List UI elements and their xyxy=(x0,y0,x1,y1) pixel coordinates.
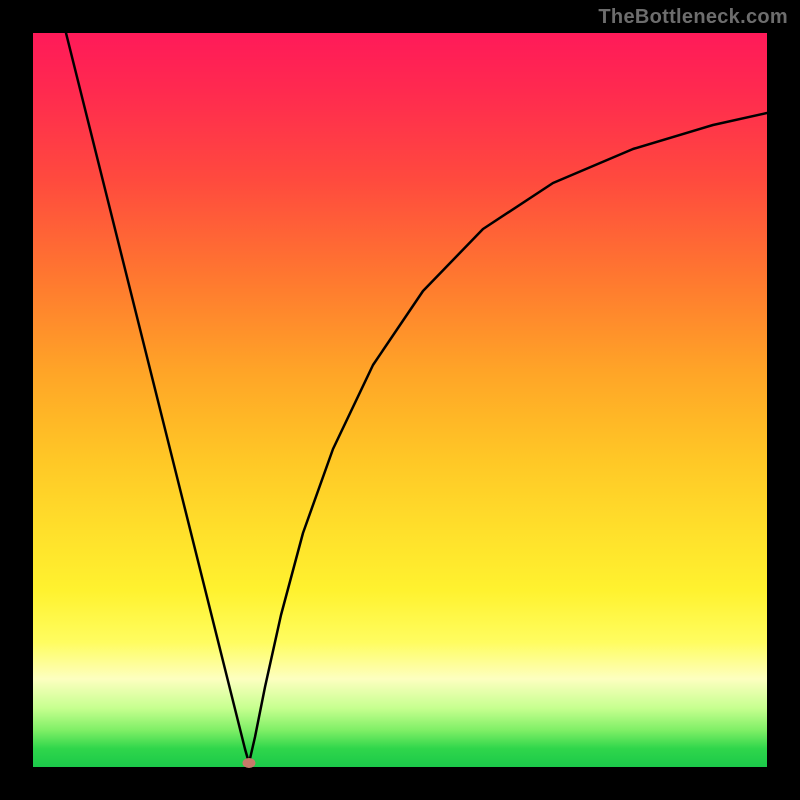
curve-layer xyxy=(33,33,767,767)
cusp-marker xyxy=(243,758,256,768)
bottleneck-curve-right xyxy=(249,113,767,763)
chart-frame: TheBottleneck.com xyxy=(0,0,800,800)
attribution-text: TheBottleneck.com xyxy=(598,6,788,29)
bottleneck-curve-left xyxy=(66,33,249,763)
plot-area xyxy=(33,33,767,767)
